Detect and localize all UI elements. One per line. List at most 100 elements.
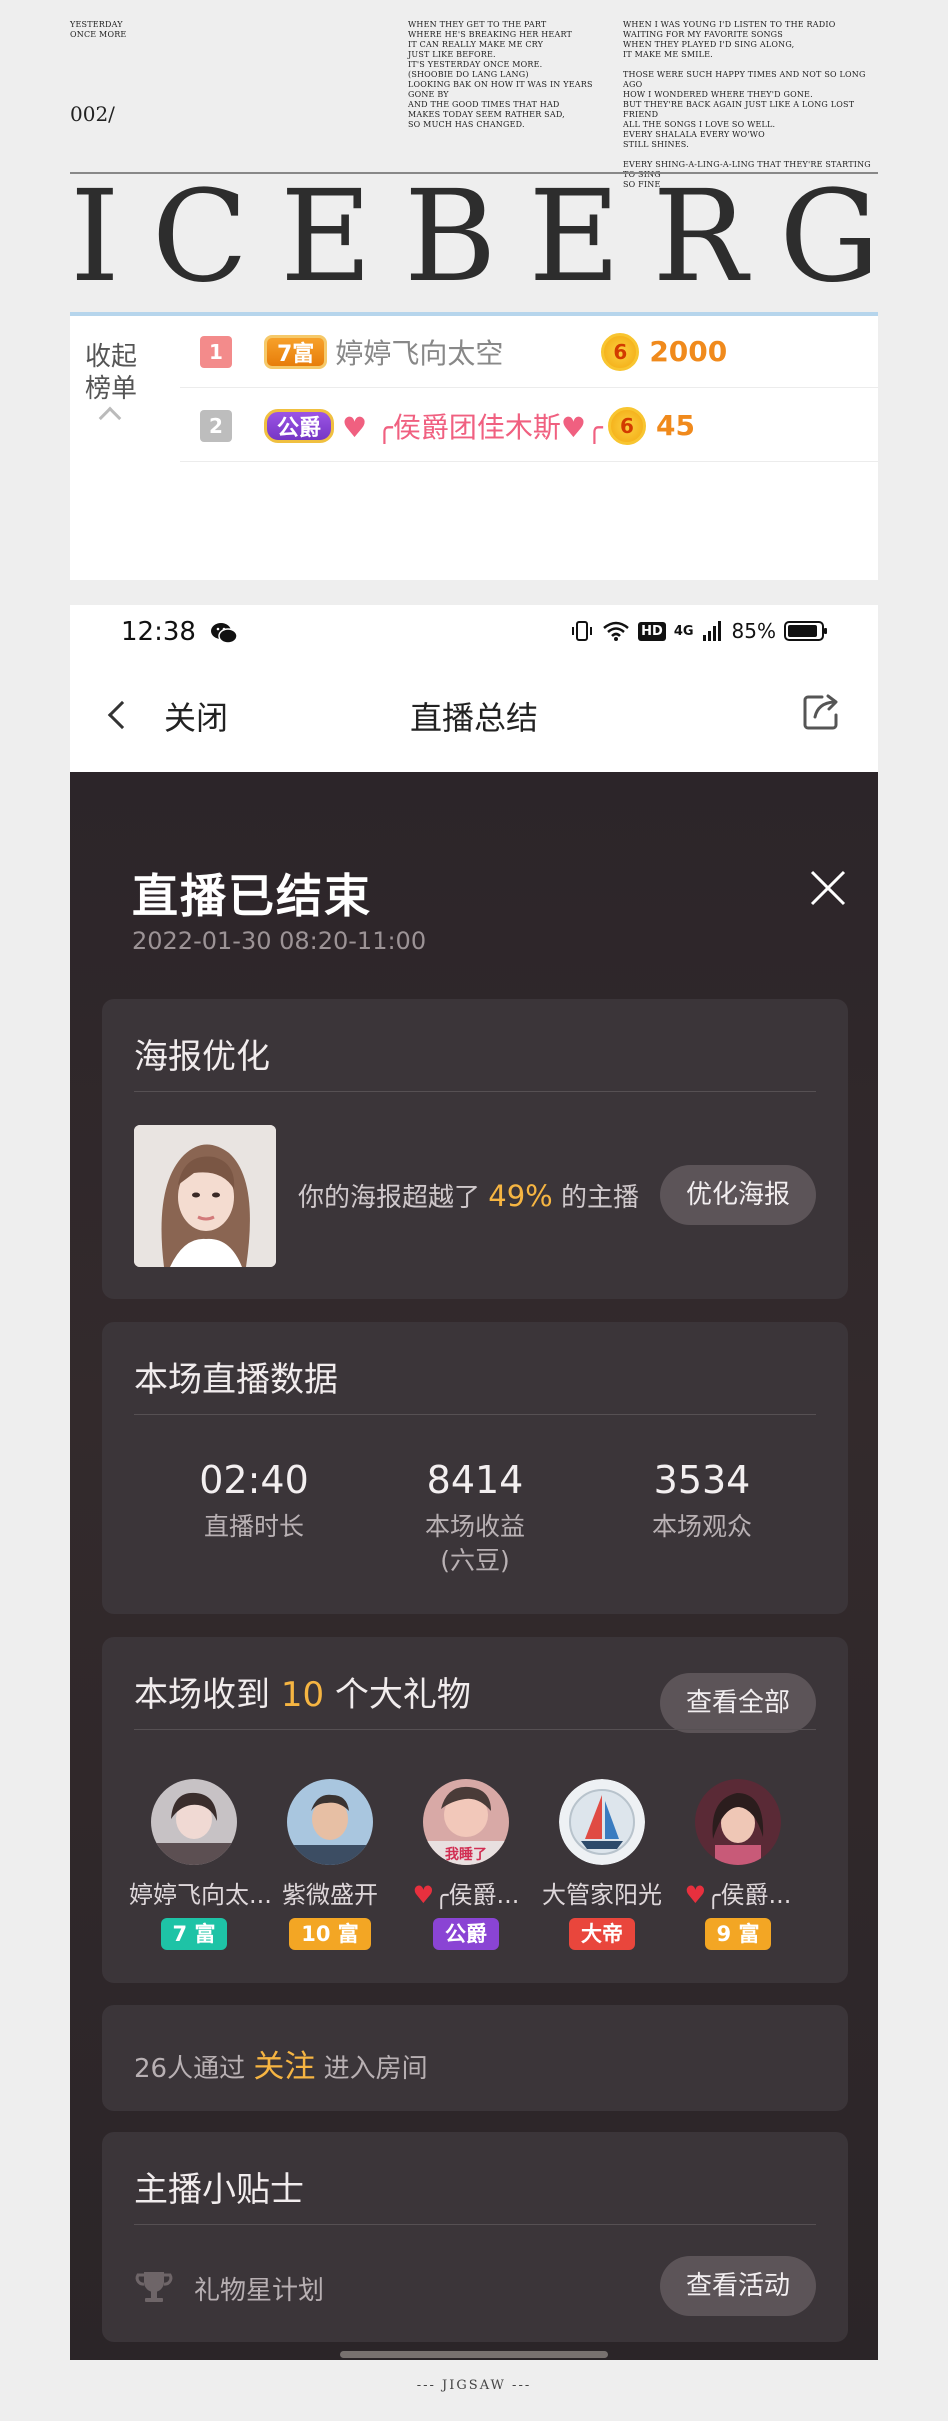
- card-title: 海报优化: [134, 1037, 270, 1077]
- stat-duration: 02:40 直播时长: [144, 1458, 364, 1544]
- phone-screen: 12:38 HD 4G 85% 关闭 直播总结 直播已结束 2022-01-30…: [70, 605, 878, 2360]
- gift-user-name: 大管家阳光: [537, 1875, 667, 1910]
- gift-user[interactable]: 大管家阳光 大帝: [537, 1779, 667, 1950]
- back-chevron-icon[interactable]: [107, 700, 137, 730]
- gift-user-name: 婷婷飞向太...: [129, 1875, 272, 1910]
- lyric-line: JUST LIKE BEFORE.: [408, 50, 496, 59]
- title-letter: I: [70, 163, 120, 310]
- heart-icon: ♥: [412, 1881, 435, 1909]
- lyric-line: WHEN THEY GET TO THE PART: [408, 20, 547, 29]
- header-line: YESTERDAY: [70, 20, 123, 29]
- close-icon[interactable]: [806, 866, 850, 910]
- status-icons: HD 4G 85%: [570, 619, 828, 643]
- card-divider: [134, 2224, 816, 2225]
- gift-user[interactable]: 我睡了 ♥╭侯爵... 公爵: [401, 1779, 531, 1950]
- follow-card: 26人通过 关注 进入房间: [102, 2005, 848, 2111]
- gift-user-label: 大管家阳光: [542, 1881, 662, 1909]
- footer-credit: --- JIGSAW ---: [416, 2378, 532, 2393]
- follow-text-after: 进入房间: [323, 2054, 428, 2084]
- wifi-icon: [603, 621, 629, 641]
- home-indicator[interactable]: [340, 2351, 608, 2358]
- title-letter: C: [151, 163, 249, 310]
- duke-badge: 公爵: [264, 408, 335, 443]
- wechat-icon: [211, 623, 238, 644]
- network-label: 4G: [673, 623, 694, 639]
- lyric-line: STILL SHINES.: [623, 140, 689, 149]
- card-title: 主播小贴士: [134, 2170, 304, 2210]
- avatar: [559, 1779, 645, 1865]
- collapse-ranking-button[interactable]: 收起榜单: [85, 341, 145, 405]
- share-icon[interactable]: [800, 689, 844, 733]
- card-title: 本场收到 10 个大礼物: [134, 1667, 471, 1716]
- header-mid-lyrics: WHEN THEY GET TO THE PART WHERE HE'S BREA…: [408, 20, 618, 130]
- lyric-line: [623, 60, 883, 70]
- ranking-row[interactable]: 1 7富 婷婷飞向太空 6 2000: [180, 316, 878, 388]
- lyric-line: IT CAN REALLY MAKE ME CRY: [408, 40, 544, 49]
- stat-value: 8414: [426, 1458, 524, 1502]
- live-stats-card: 本场直播数据 02:40 直播时长 8414 本场收益 (六豆) 3534 本场…: [102, 1322, 848, 1614]
- title-letter: G: [779, 163, 880, 310]
- signal-icon: [702, 621, 721, 641]
- caret-up-icon[interactable]: [98, 406, 122, 430]
- status-bar: 12:38 HD 4G 85%: [70, 605, 878, 665]
- issue-number: 002/: [70, 102, 115, 126]
- gift-user-name: 紫微盛开: [265, 1875, 395, 1910]
- ranking-card: 收起榜单 1 7富 婷婷飞向太空 6 2000 2 公爵 ♥ ╭侯爵团佳木斯♥╭…: [70, 316, 878, 580]
- optimize-poster-button[interactable]: 优化海报: [659, 1165, 816, 1225]
- heart-icon: ♥: [684, 1881, 707, 1909]
- trophy-icon: [135, 2272, 173, 2302]
- gift-user[interactable]: 紫微盛开 10 富: [265, 1779, 395, 1950]
- lyric-line: BUT THEY'RE BACK AGAIN JUST LIKE A LONG …: [623, 100, 855, 119]
- gift-user-label: 婷婷飞向太...: [129, 1881, 272, 1909]
- lyric-line: IT MAKE ME SMILE.: [623, 50, 713, 59]
- card-divider: [134, 1091, 816, 1092]
- summary-content: 直播已结束 2022-01-30 08:20-11:00 海报优化 你的海报超越…: [70, 772, 878, 2360]
- ranking-value: 45: [656, 409, 695, 442]
- lyric-line: HOW I WONDERED WHERE THEY'D GONE.: [623, 90, 813, 99]
- view-activity-button[interactable]: 查看活动: [659, 2256, 816, 2316]
- lyric-line: WAITING FOR MY FAVORITE SONGS: [623, 30, 783, 39]
- coin-icon: 6: [601, 332, 640, 371]
- lyric-line: THOSE WERE SUCH HAPPY TIMES AND NOT SO L…: [623, 70, 866, 89]
- rank-number: 1: [200, 335, 232, 368]
- view-all-button[interactable]: 查看全部: [659, 1673, 816, 1733]
- close-button[interactable]: 关闭: [164, 693, 228, 739]
- live-time-range: 2022-01-30 08:20-11:00: [132, 927, 427, 955]
- poster-text-before: 你的海报超越了: [298, 1183, 481, 1213]
- poster-portrait-image: [134, 1125, 276, 1267]
- rank-number: 2: [200, 409, 232, 442]
- gifts-title-before: 本场收到: [134, 1675, 270, 1715]
- gift-user-label: ╭侯爵...: [706, 1881, 792, 1909]
- battery-percent: 85%: [731, 619, 776, 643]
- title-letter: R: [652, 163, 748, 310]
- gift-user[interactable]: ♥╭侯爵... 9 富: [673, 1779, 803, 1950]
- live-ended-title: 直播已结束: [132, 869, 372, 923]
- ranking-row[interactable]: 2 公爵 ♥ ╭侯爵团佳木斯♥╭ 6 45: [180, 390, 878, 462]
- gift-user-name: ♥╭侯爵...: [401, 1875, 531, 1910]
- tips-card: 主播小贴士 礼物星计划 查看活动: [102, 2132, 848, 2342]
- poster-thumbnail[interactable]: [134, 1125, 276, 1267]
- gift-user-label: ╭侯爵...: [434, 1881, 520, 1909]
- stat-label: 直播时长: [203, 1512, 304, 1541]
- title-letter: B: [404, 163, 497, 310]
- gifts-count: 10: [280, 1675, 325, 1715]
- avatar: 我睡了: [423, 1779, 509, 1865]
- card-title: 本场直播数据: [134, 1360, 338, 1400]
- title-letter: E: [280, 163, 373, 310]
- gift-user[interactable]: 婷婷飞向太... 7 富: [129, 1779, 272, 1950]
- level-badge: 公爵: [433, 1918, 499, 1950]
- avatar: [151, 1779, 237, 1865]
- card-divider: [134, 1414, 816, 1415]
- rich-level-badge: 7富: [264, 334, 328, 369]
- poster-rank-text: 你的海报超越了 49% 的主播: [298, 1177, 639, 1214]
- ranking-value: 2000: [649, 335, 728, 368]
- vibrate-icon: [572, 621, 593, 641]
- lyric-line: MAKES TODAY SEEM RATHER SAD,: [408, 110, 565, 119]
- coin-icon: 6: [608, 406, 647, 445]
- hd-icon: HD: [638, 621, 666, 641]
- lyric-line: SO MUCH HAS CHANGED.: [408, 120, 525, 129]
- svg-text:我睡了: 我睡了: [445, 1847, 487, 1863]
- ranking-user-name: 婷婷飞向太空: [335, 336, 504, 370]
- stat-audience: 3534 本场观众: [592, 1458, 812, 1544]
- lyric-line: WHEN I WAS YOUNG I'D LISTEN TO THE RADIO: [623, 20, 836, 29]
